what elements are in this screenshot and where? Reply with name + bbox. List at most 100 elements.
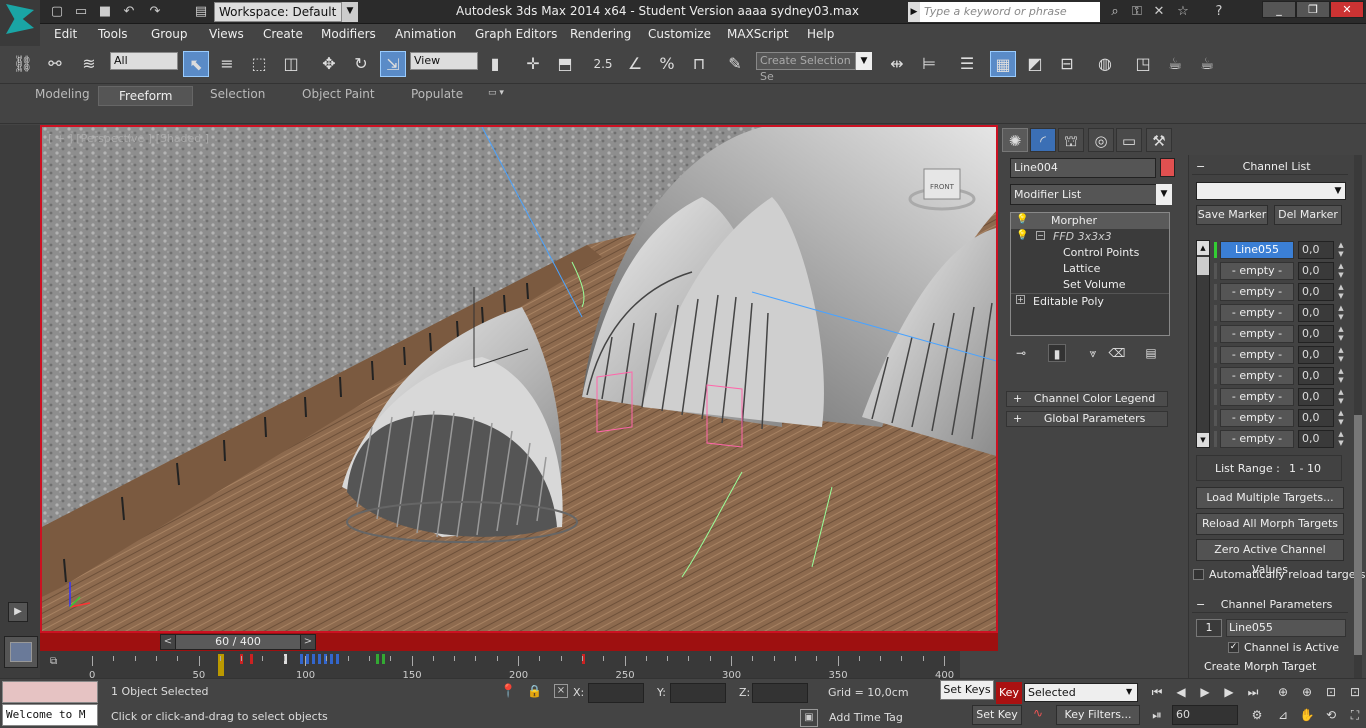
undo-icon[interactable]: ↶	[120, 3, 138, 21]
time-tag-icon[interactable]: ▣	[800, 709, 818, 727]
menu-views[interactable]: Views	[209, 27, 244, 41]
select-and-link-icon[interactable]: ⛓	[10, 51, 36, 77]
next-frame-icon[interactable]: >	[300, 634, 316, 650]
absolute-mode-icon[interactable]: ⨯	[554, 684, 568, 698]
x-coordinate-field[interactable]	[588, 683, 644, 703]
menu-maxscript[interactable]: MAXScript	[727, 27, 789, 41]
remove-modifier-icon[interactable]: ⌫	[1108, 344, 1126, 362]
reference-coordinate-dropdown[interactable]: View	[410, 52, 478, 70]
channel-value-field[interactable]: 0,0	[1298, 430, 1334, 448]
channel-spinner-icon[interactable]: ▲ ▼	[1336, 430, 1346, 448]
channel-value-field[interactable]: 0,0	[1298, 367, 1334, 385]
channel-button[interactable]: - empty -	[1220, 346, 1294, 364]
mini-curve-editor-icon[interactable]: ⧉	[50, 656, 72, 670]
maximize-viewport-icon[interactable]: ⛶	[1346, 706, 1364, 724]
chevron-down-icon[interactable]: ▼	[1156, 184, 1172, 205]
pivot-center-icon[interactable]: ▮	[482, 51, 508, 77]
stack-item-morpher[interactable]: Morpher	[1011, 213, 1169, 229]
object-name-field[interactable]: Line004	[1010, 158, 1156, 178]
menu-edit[interactable]: Edit	[54, 27, 77, 41]
modifier-list-dropdown[interactable]: Modifier List	[1010, 184, 1160, 205]
rotate-icon[interactable]: ↻	[348, 51, 374, 77]
select-manipulate-icon[interactable]: ✛	[520, 51, 546, 77]
stack-item-editable-poly[interactable]: Editable Poly	[1011, 293, 1169, 309]
unlink-icon[interactable]: ⚯	[42, 51, 68, 77]
channel-spinner-icon[interactable]: ▲ ▼	[1336, 304, 1346, 322]
create-tab-icon[interactable]: ✺	[1002, 128, 1028, 152]
channel-button[interactable]: - empty -	[1220, 409, 1294, 427]
hierarchy-tab-icon[interactable]: ⛫	[1058, 128, 1084, 152]
favorites-star-icon[interactable]: ☆	[1174, 3, 1192, 21]
channel-spinner-icon[interactable]: ▲ ▼	[1336, 325, 1346, 343]
rendered-frame-window-icon[interactable]: ☕	[1162, 51, 1188, 77]
project-folder-icon[interactable]: ▤	[192, 3, 210, 21]
channel-value-field[interactable]: 0,0	[1298, 304, 1334, 322]
scroll-up-icon[interactable]: ▲	[1197, 241, 1209, 255]
channel-button[interactable]: Line055	[1220, 241, 1294, 259]
zoom-icon[interactable]: ⊕	[1274, 683, 1292, 701]
render-production-icon[interactable]: ☕	[1194, 51, 1220, 77]
lightbulb-icon[interactable]: 💡	[1016, 214, 1028, 225]
select-by-name-icon[interactable]: ≡	[214, 51, 240, 77]
current-frame-field[interactable]: 60	[1172, 705, 1238, 725]
help-icon[interactable]: ?	[1210, 3, 1228, 21]
lightbulb-icon[interactable]: 💡	[1016, 230, 1028, 241]
tab-modeling[interactable]: Modeling	[35, 87, 90, 101]
stack-item-ffd[interactable]: FFD 3x3x3	[1011, 229, 1169, 245]
angle-snap-icon[interactable]: ∠	[622, 51, 648, 77]
scrollbar-thumb[interactable]	[1354, 415, 1362, 655]
add-time-tag[interactable]: Add Time Tag	[829, 711, 903, 724]
channel-value-field[interactable]: 0,0	[1298, 409, 1334, 427]
key-mode-toggle-icon[interactable]: ⏯	[1148, 706, 1166, 724]
workspace-dropdown[interactable]: Workspace: Default	[214, 2, 342, 22]
menu-create[interactable]: Create	[263, 27, 303, 41]
auto-reload-checkbox[interactable]	[1193, 569, 1204, 580]
schematic-view-icon[interactable]: ⊟	[1054, 51, 1080, 77]
make-unique-icon[interactable]: ⩔	[1084, 344, 1102, 362]
next-frame-icon[interactable]: ▶	[1220, 683, 1238, 701]
scroll-down-icon[interactable]: ▼	[1197, 433, 1209, 447]
pin-stack-icon[interactable]: ⊸	[1012, 344, 1030, 362]
menu-modifiers[interactable]: Modifiers	[321, 27, 376, 41]
channel-button[interactable]: - empty -	[1220, 262, 1294, 280]
object-color-swatch[interactable]	[1160, 158, 1175, 177]
auto-key-button[interactable]: Key	[996, 682, 1022, 704]
orbit-icon[interactable]: ⟲	[1322, 706, 1340, 724]
scale-icon[interactable]: ⇲	[380, 51, 406, 77]
channel-value-field[interactable]: 0,0	[1298, 388, 1334, 406]
menu-graph-editors[interactable]: Graph Editors	[475, 27, 557, 41]
named-selection-sets-dropdown[interactable]: Create Selection Se	[756, 52, 856, 83]
window-crossing-icon[interactable]: ◫	[278, 51, 304, 77]
tab-populate[interactable]: Populate	[411, 87, 463, 101]
channel-value-field[interactable]: 0,0	[1298, 346, 1334, 364]
menu-group[interactable]: Group	[151, 27, 188, 41]
bind-space-warp-icon[interactable]: ≋	[76, 51, 102, 77]
stack-item-control-points[interactable]: Control Points	[1011, 245, 1169, 261]
key-mode-dropdown[interactable]: Selected	[1024, 683, 1138, 702]
tab-selection[interactable]: Selection	[210, 87, 265, 101]
edit-named-selection-icon[interactable]: ✎	[722, 51, 748, 77]
channel-spinner-icon[interactable]: ▲ ▼	[1336, 388, 1346, 406]
tab-freeform[interactable]: Freeform	[98, 86, 194, 106]
channel-spinner-icon[interactable]: ▲ ▼	[1336, 241, 1346, 259]
search-expand-icon[interactable]: ▶	[908, 2, 920, 22]
command-panel-scrollbar[interactable]	[1354, 155, 1362, 678]
show-end-result-icon[interactable]: ▮	[1048, 344, 1066, 362]
del-marker-button[interactable]: Del Marker	[1274, 205, 1342, 225]
channel-button[interactable]: - empty -	[1220, 430, 1294, 448]
minimize-button[interactable]: _	[1262, 1, 1296, 18]
key-filters-button[interactable]: Key Filters...	[1056, 705, 1140, 725]
utilities-tab-icon[interactable]: ⚒	[1146, 128, 1172, 152]
search-input[interactable]: Type a keyword or phrase	[920, 2, 1100, 22]
tab-object-paint[interactable]: Object Paint	[302, 87, 375, 101]
rollout-channel-color-legend[interactable]: + Channel Color Legend	[1006, 391, 1168, 407]
mirror-icon[interactable]: ⇹	[884, 51, 910, 77]
channel-value-field[interactable]: 0,0	[1298, 283, 1334, 301]
maxscript-mini-listener-top[interactable]	[2, 681, 98, 703]
maximize-button[interactable]: ❐	[1296, 1, 1330, 18]
time-slider[interactable]: 60 / 400	[160, 634, 316, 650]
default-tangents-icon[interactable]: ∿	[1026, 706, 1050, 724]
channel-active-checkbox[interactable]: ✓	[1228, 642, 1239, 653]
viewport-label[interactable]: [ + ] [Perspective ] [Shaded ]	[48, 132, 209, 145]
maxscript-listener-input[interactable]: Welcome to M	[2, 704, 98, 726]
